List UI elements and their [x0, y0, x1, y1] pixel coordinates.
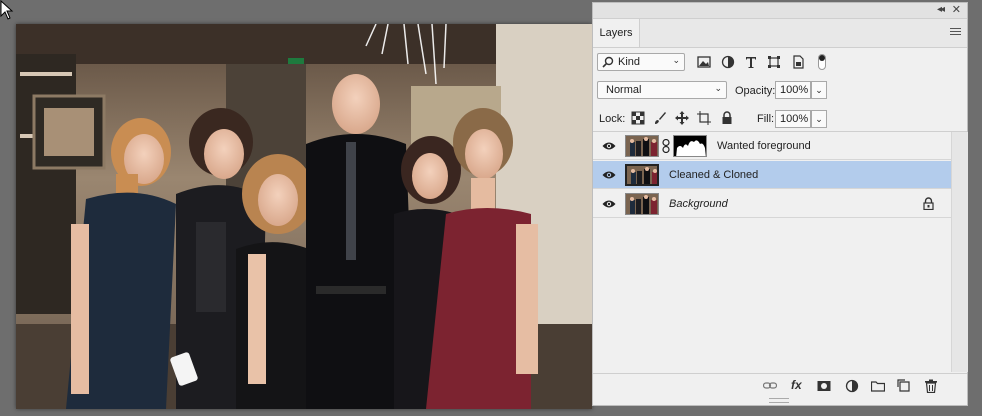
photo-image	[16, 24, 592, 409]
visibility-eye-icon[interactable]	[602, 169, 616, 181]
delete-layer-trash-icon[interactable]	[924, 379, 938, 393]
tab-layers[interactable]: Layers	[593, 19, 640, 47]
chevron-down-icon: ⌄	[672, 55, 680, 65]
panel-title-bar: ◂◂ ✕	[593, 3, 967, 19]
layer-name: Cleaned & Cloned	[669, 169, 759, 181]
layer-lock-icon[interactable]	[923, 197, 934, 210]
panel-menu-icon[interactable]	[950, 28, 961, 37]
visibility-eye-icon[interactable]	[602, 140, 616, 152]
link-layers-icon[interactable]	[763, 379, 777, 393]
layer-row-wanted-foreground[interactable]: Wanted foreground	[593, 132, 951, 160]
mask-link-icon[interactable]	[662, 139, 670, 153]
add-mask-icon[interactable]	[817, 379, 831, 393]
layer-thumbnail[interactable]	[625, 164, 659, 186]
filter-adjustment-layer-icon[interactable]	[721, 55, 735, 69]
chevron-down-icon: ⌄	[815, 114, 823, 124]
fill-label: Fill:	[757, 113, 775, 125]
blend-mode-select[interactable]: Normal ⌄	[597, 81, 727, 99]
blend-opacity-row: Normal ⌄ Opacity: 100% ⌄	[593, 79, 967, 105]
lock-transparent-pixels-icon[interactable]	[631, 111, 645, 125]
new-layer-icon[interactable]	[897, 379, 911, 393]
layer-style-fx-icon[interactable]: fx	[791, 378, 802, 392]
layer-mask-thumbnail[interactable]	[673, 135, 707, 157]
chevron-down-icon: ⌄	[815, 85, 823, 95]
fill-dropdown-button[interactable]: ⌄	[811, 110, 827, 128]
layers-panel: ◂◂ ✕ Layers Kind ⌄ Normal ⌄ Opacity: 100…	[592, 2, 968, 406]
collapse-panel-icon[interactable]: ◂◂	[937, 4, 945, 15]
layer-row-cleaned-cloned[interactable]: Cleaned & Cloned	[593, 161, 951, 189]
filter-type-layer-icon[interactable]	[744, 55, 758, 69]
layer-thumbnail[interactable]	[625, 135, 659, 157]
fill-input[interactable]: 100%	[775, 110, 811, 128]
panel-footer: fx	[593, 373, 967, 398]
layer-filter-row: Kind ⌄	[593, 49, 967, 79]
filter-pixel-layer-icon[interactable]	[697, 55, 711, 69]
search-icon	[602, 56, 614, 68]
lock-fill-row: Lock: Fill: 100% ⌄	[593, 107, 967, 132]
filter-kind-select[interactable]: Kind ⌄	[597, 53, 685, 71]
layer-thumbnail[interactable]	[625, 193, 659, 215]
close-panel-icon[interactable]: ✕	[952, 3, 961, 16]
lock-image-pixels-icon[interactable]	[653, 111, 667, 125]
opacity-label: Opacity:	[735, 85, 776, 97]
filter-smart-object-icon[interactable]	[791, 55, 805, 69]
new-group-folder-icon[interactable]	[871, 379, 885, 393]
filter-shape-layer-icon[interactable]	[767, 55, 781, 69]
lock-artboard-icon[interactable]	[697, 111, 711, 125]
lock-position-icon[interactable]	[675, 111, 689, 125]
layers-scrollbar[interactable]	[951, 132, 968, 372]
panel-tab-bar: Layers	[593, 19, 967, 48]
layer-name: Background	[669, 198, 728, 210]
lock-all-icon[interactable]	[720, 111, 734, 125]
panel-resize-grip[interactable]	[769, 398, 789, 403]
filter-toggle-icon[interactable]	[818, 54, 826, 70]
layer-row-background[interactable]: Background	[593, 190, 951, 218]
chevron-down-icon: ⌄	[714, 83, 722, 93]
filter-kind-label: Kind	[618, 56, 641, 68]
visibility-eye-icon[interactable]	[602, 198, 616, 210]
mouse-cursor-icon	[0, 0, 14, 20]
opacity-dropdown-button[interactable]: ⌄	[811, 81, 827, 99]
layer-name: Wanted foreground	[717, 140, 811, 152]
new-adjustment-layer-icon[interactable]	[845, 379, 859, 393]
document-canvas[interactable]	[16, 24, 592, 409]
opacity-input[interactable]: 100%	[775, 81, 811, 99]
lock-label: Lock:	[599, 113, 626, 125]
blend-mode-value: Normal	[606, 84, 642, 96]
layers-list: Wanted foreground Cleaned & Cloned Backg…	[593, 132, 951, 372]
